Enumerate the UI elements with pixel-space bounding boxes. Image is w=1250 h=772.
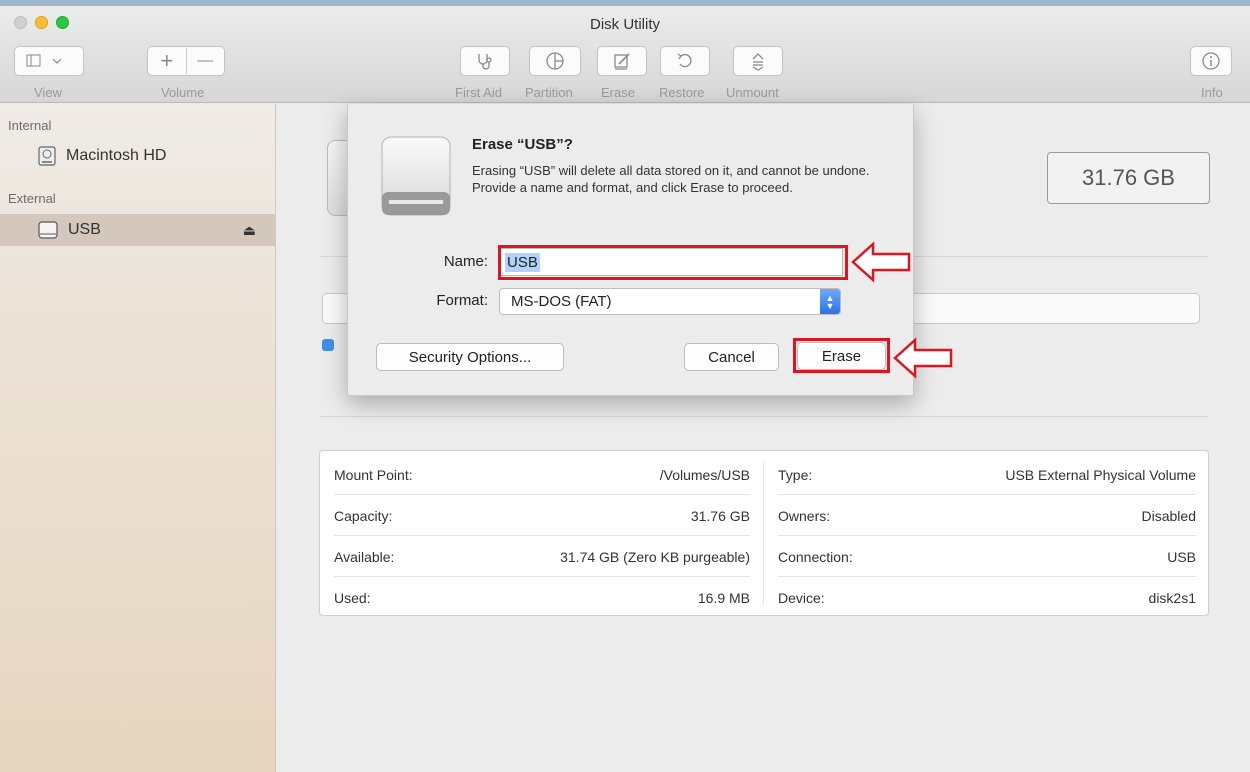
column-divider xyxy=(763,463,764,605)
table-row: Available: 31.74 GB (Zero KB purgeable) xyxy=(334,536,750,577)
table-row: Type: USB External Physical Volume xyxy=(778,454,1196,495)
row-divider xyxy=(334,494,750,495)
partition-label: Partition xyxy=(525,85,573,100)
cancel-button[interactable]: Cancel xyxy=(684,343,779,371)
unmount-eject-icon xyxy=(752,53,764,71)
erase-toolbar-label: Erase xyxy=(601,85,635,100)
table-row: Owners: Disabled xyxy=(778,495,1196,536)
info-value: 31.76 GB xyxy=(690,507,750,524)
volume-label: Volume xyxy=(161,85,205,100)
view-button[interactable] xyxy=(14,46,84,76)
row-divider xyxy=(778,535,1196,536)
stethoscope-icon xyxy=(478,54,492,70)
table-row: Connection: USB xyxy=(778,536,1196,577)
volume-button-group: + — xyxy=(147,46,225,76)
erase-button-highlight xyxy=(793,338,890,373)
info-value: /Volumes/USB xyxy=(659,466,750,483)
info-key: Device: xyxy=(778,589,825,606)
info-value: 31.74 GB (Zero KB purgeable) xyxy=(560,548,750,565)
info-label: Info xyxy=(1201,85,1223,100)
table-row: Mount Point: /Volumes/USB xyxy=(334,454,750,495)
erase-pencil-icon xyxy=(614,53,630,70)
view-label: View xyxy=(34,85,62,100)
dialog-message: Erasing “USB” will delete all data store… xyxy=(472,163,870,195)
external-disk-icon xyxy=(38,220,58,240)
restore-button[interactable] xyxy=(660,46,710,76)
info-key: Available: xyxy=(334,548,395,565)
partition-button[interactable] xyxy=(529,46,581,76)
row-divider xyxy=(334,535,750,536)
info-icon xyxy=(1202,52,1220,70)
row-divider xyxy=(334,576,750,577)
format-label: Format: xyxy=(436,292,488,309)
info-value: Disabled xyxy=(1141,507,1196,524)
name-field-highlight xyxy=(498,245,848,280)
sidebar-header-external: External xyxy=(8,191,56,206)
window-title: Disk Utility xyxy=(590,16,660,33)
info-value: USB xyxy=(1167,548,1196,565)
sidebar-item-label: USB xyxy=(68,221,101,238)
partition-pie-icon xyxy=(546,52,564,70)
disk-utility-window: Disk Utility View + — Volume First Aid P… xyxy=(0,0,1250,772)
external-drive-icon xyxy=(381,136,451,221)
info-key: Type: xyxy=(778,466,813,483)
info-value: disk2s1 xyxy=(1148,589,1196,606)
sidebar-item-label: Macintosh HD xyxy=(66,147,167,164)
usage-legend-swatch xyxy=(322,339,334,351)
sidebar: Internal Macintosh HD External USB ⏏ xyxy=(0,104,276,772)
toolbar: Disk Utility View + — Volume First Aid P… xyxy=(0,6,1250,103)
info-key: Connection: xyxy=(778,548,853,565)
table-row: Device: disk2s1 xyxy=(778,577,1196,618)
sidebar-item-macintosh-hd[interactable]: Macintosh HD xyxy=(0,140,276,172)
dialog-title: Erase “USB”? xyxy=(472,136,573,153)
info-key: Used: xyxy=(334,589,371,606)
info-value: USB External Physical Volume xyxy=(1005,466,1196,483)
sidebar-item-usb[interactable]: USB ⏏ xyxy=(0,214,276,246)
divider xyxy=(320,416,1208,417)
row-divider xyxy=(778,576,1196,577)
unmount-label: Unmount xyxy=(726,85,779,100)
info-table: Mount Point: /Volumes/USB Capacity: 31.7… xyxy=(319,450,1209,616)
sidebar-header-internal: Internal xyxy=(8,118,52,133)
row-divider xyxy=(778,494,1196,495)
eject-icon[interactable]: ⏏ xyxy=(243,222,256,239)
info-value: 16.9 MB xyxy=(697,589,750,606)
first-aid-label: First Aid xyxy=(455,85,502,100)
table-row: Used: 16.9 MB xyxy=(334,577,750,618)
restore-label: Restore xyxy=(659,85,705,100)
restore-arrow-icon xyxy=(677,53,692,68)
annotation-arrow-icon xyxy=(893,337,953,379)
capacity-badge: 31.76 GB xyxy=(1047,152,1210,204)
info-key: Mount Point: xyxy=(334,466,413,483)
security-options-button[interactable]: Security Options... xyxy=(376,343,564,371)
sidebar-toggle-icon xyxy=(26,54,62,67)
info-key: Capacity: xyxy=(334,507,393,524)
first-aid-button[interactable] xyxy=(460,46,510,76)
erase-dialog: Erase “USB”? Erasing “USB” will delete a… xyxy=(347,104,914,396)
table-row: Capacity: 31.76 GB xyxy=(334,495,750,536)
name-label: Name: xyxy=(443,253,488,270)
format-selected-value: MS-DOS (FAT) xyxy=(511,293,612,310)
erase-toolbar-button[interactable] xyxy=(597,46,647,76)
internal-disk-icon xyxy=(38,146,56,166)
info-key: Owners: xyxy=(778,507,831,524)
annotation-arrow-icon xyxy=(851,241,911,283)
remove-volume-button[interactable]: — xyxy=(187,52,225,70)
add-volume-button[interactable]: + xyxy=(148,48,187,74)
info-button[interactable] xyxy=(1190,46,1232,76)
format-select[interactable]: MS-DOS (FAT) ▲ ▼ xyxy=(499,288,841,315)
select-chevron-icon: ▲ ▼ xyxy=(820,289,840,314)
unmount-button[interactable] xyxy=(733,46,783,76)
